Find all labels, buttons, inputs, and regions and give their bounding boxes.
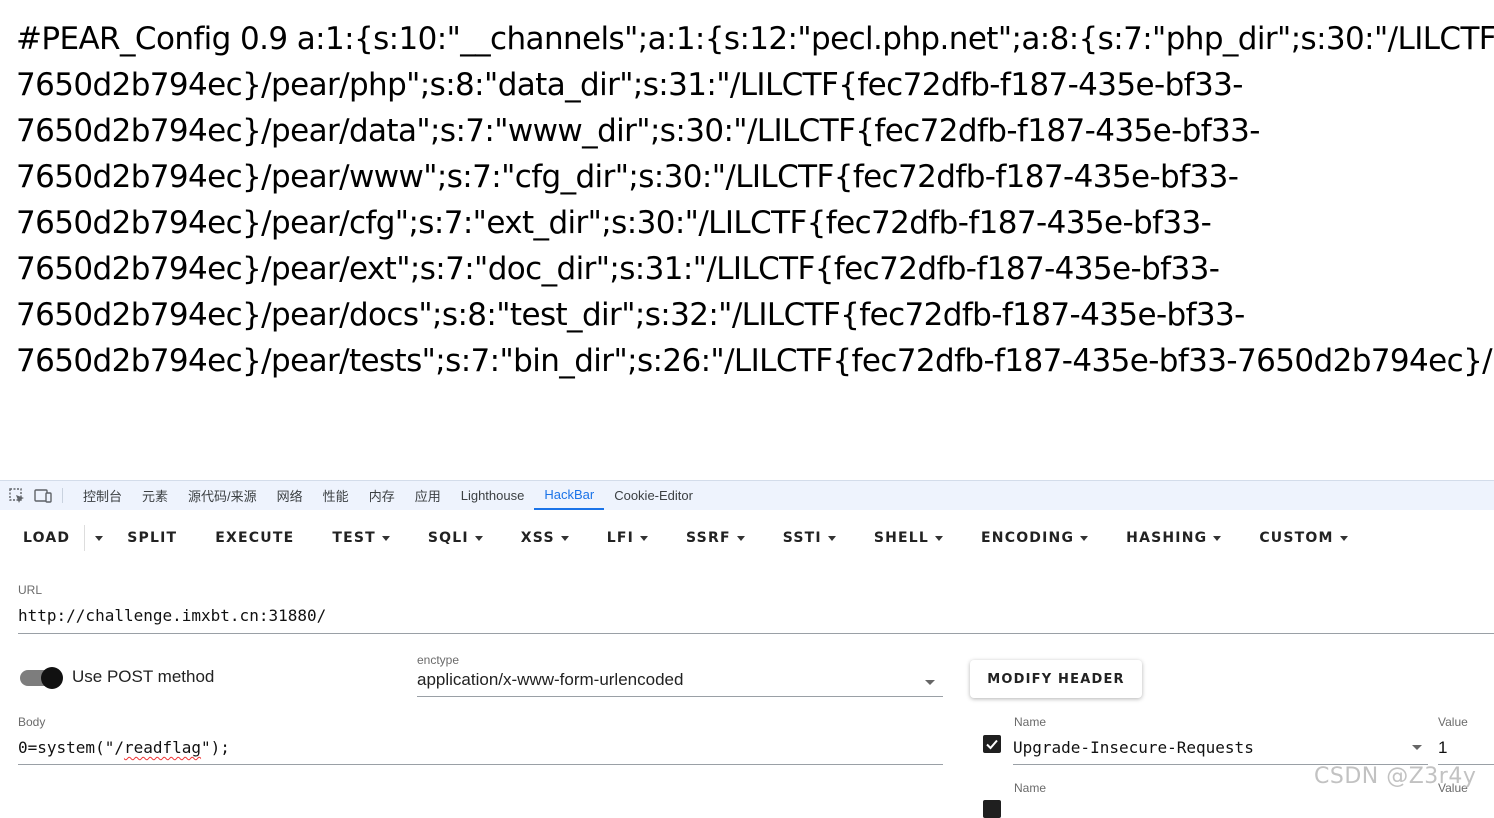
header-value-input[interactable]: 1 — [1438, 736, 1494, 765]
header-name-label: Name — [1014, 781, 1047, 795]
ssrf-menu-button[interactable]: SSRF — [667, 517, 764, 559]
url-label: URL — [18, 583, 43, 597]
hashing-menu-button[interactable]: HASHING — [1107, 517, 1240, 559]
post-method-label: Use POST method — [72, 667, 215, 686]
dropdown-arrow-icon — [925, 680, 935, 685]
dropdown-arrow-icon — [1412, 745, 1422, 750]
toggle-knob — [41, 667, 63, 689]
custom-menu-button[interactable]: CUSTOM — [1240, 517, 1366, 559]
toolbar-divider — [62, 488, 63, 503]
output-line: 7650d2b794ec}/pear/php";s:8:"data_dir";s… — [16, 67, 1243, 103]
body-textarea[interactable]: 0=system("/readflag"); — [18, 734, 943, 765]
tab-sources[interactable]: 源代码/来源 — [178, 481, 267, 510]
body-text-spellcheck-word: readflag — [123, 738, 202, 757]
hackbar-toolbar: LOAD SPLIT EXECUTE TEST SQLI XSS LFI SSR… — [0, 517, 1494, 559]
menu-label: ENCODING — [981, 530, 1075, 546]
output-line: 7650d2b794ec}/pear/www";s:7:"cfg_dir";s:… — [16, 159, 1239, 195]
tab-hackbar[interactable]: HackBar — [534, 481, 605, 510]
lfi-menu-button[interactable]: LFI — [588, 517, 667, 559]
menu-label: SSRF — [686, 530, 731, 546]
load-button[interactable]: LOAD — [0, 517, 88, 559]
load-dropdown-arrow-icon[interactable] — [85, 517, 113, 559]
inspect-element-icon[interactable] — [4, 481, 30, 510]
menu-label: XSS — [520, 530, 555, 546]
body-label: Body — [18, 715, 46, 729]
enctype-label: enctype — [417, 653, 460, 667]
execute-button[interactable]: EXECUTE — [196, 517, 313, 559]
tab-performance[interactable]: 性能 — [313, 481, 359, 510]
caret-down-icon — [935, 535, 944, 541]
menu-label: SQLI — [427, 530, 469, 546]
output-line: 7650d2b794ec}/pear/cfg";s:7:"ext_dir";s:… — [16, 205, 1212, 241]
header-name-label: Name — [1014, 715, 1047, 729]
body-text-prefix: 0=system("/ — [18, 738, 124, 757]
tab-console[interactable]: 控制台 — [73, 481, 132, 510]
header-value-label: Value — [1438, 715, 1468, 729]
output-line: #PEAR_Config 0.9 a:1:{s:10:"__channels";… — [16, 21, 1494, 57]
modify-header-button[interactable]: MODIFY HEADER — [970, 660, 1142, 698]
caret-down-icon — [640, 535, 649, 541]
split-button[interactable]: SPLIT — [113, 517, 196, 559]
header-enabled-checkbox[interactable] — [983, 735, 1001, 753]
tab-elements[interactable]: 元素 — [132, 481, 178, 510]
tab-lighthouse[interactable]: Lighthouse — [451, 481, 535, 510]
caret-down-icon — [736, 535, 745, 541]
tab-cookie-editor[interactable]: Cookie-Editor — [604, 481, 703, 510]
tab-network[interactable]: 网络 — [267, 481, 313, 510]
enctype-select[interactable]: application/x-www-form-urlencoded — [417, 670, 943, 697]
encoding-menu-button[interactable]: ENCODING — [962, 517, 1107, 559]
tab-application[interactable]: 应用 — [405, 481, 451, 510]
body-text-suffix: "); — [201, 738, 230, 757]
post-method-toggle[interactable] — [20, 667, 63, 689]
menu-label: HASHING — [1126, 530, 1208, 546]
caret-down-icon — [1213, 535, 1222, 541]
devtools-tab-bar: 控制台 元素 源代码/来源 网络 性能 内存 应用 Lighthouse Hac… — [0, 480, 1494, 510]
output-line: 7650d2b794ec}/pear/data";s:7:"www_dir";s… — [16, 113, 1260, 149]
tab-memory[interactable]: 内存 — [359, 481, 405, 510]
csdn-watermark: CSDN @Z3r4y — [1314, 764, 1477, 789]
xss-menu-button[interactable]: XSS — [502, 517, 588, 559]
checkmark-icon — [986, 739, 998, 750]
caret-down-icon — [1339, 535, 1348, 541]
menu-label: SHELL — [873, 530, 930, 546]
output-line: 7650d2b794ec}/pear/docs";s:8:"test_dir";… — [16, 297, 1245, 333]
caret-down-icon — [827, 535, 836, 541]
output-line: 7650d2b794ec}/pear/ext";s:7:"doc_dir";s:… — [16, 251, 1220, 287]
test-menu-button[interactable]: TEST — [313, 517, 409, 559]
menu-label: TEST — [332, 530, 376, 546]
sqli-menu-button[interactable]: SQLI — [409, 517, 502, 559]
menu-label: SSTI — [782, 530, 822, 546]
header-name-select[interactable]: Upgrade-Insecure-Requests — [1013, 736, 1428, 765]
menu-label: LFI — [606, 530, 635, 546]
enctype-value: application/x-www-form-urlencoded — [417, 670, 684, 689]
load-split-button: LOAD — [0, 517, 113, 559]
header-enabled-checkbox[interactable] — [983, 800, 1001, 818]
ssti-menu-button[interactable]: SSTI — [764, 517, 855, 559]
device-toolbar-icon[interactable] — [30, 481, 56, 510]
page-output-text: #PEAR_Config 0.9 a:1:{s:10:"__channels";… — [16, 16, 1494, 396]
header-name-value: Upgrade-Insecure-Requests — [1013, 738, 1254, 757]
shell-menu-button[interactable]: SHELL — [855, 517, 962, 559]
output-line: 7650d2b794ec}/pear/tests";s:7:"bin_dir";… — [16, 343, 1494, 379]
caret-down-icon — [474, 535, 483, 541]
url-input[interactable]: http://challenge.imxbt.cn:31880/ — [18, 603, 1494, 634]
menu-label: CUSTOM — [1259, 530, 1334, 546]
caret-down-icon — [381, 535, 390, 541]
caret-down-icon — [1080, 535, 1089, 541]
caret-down-icon — [560, 535, 569, 541]
